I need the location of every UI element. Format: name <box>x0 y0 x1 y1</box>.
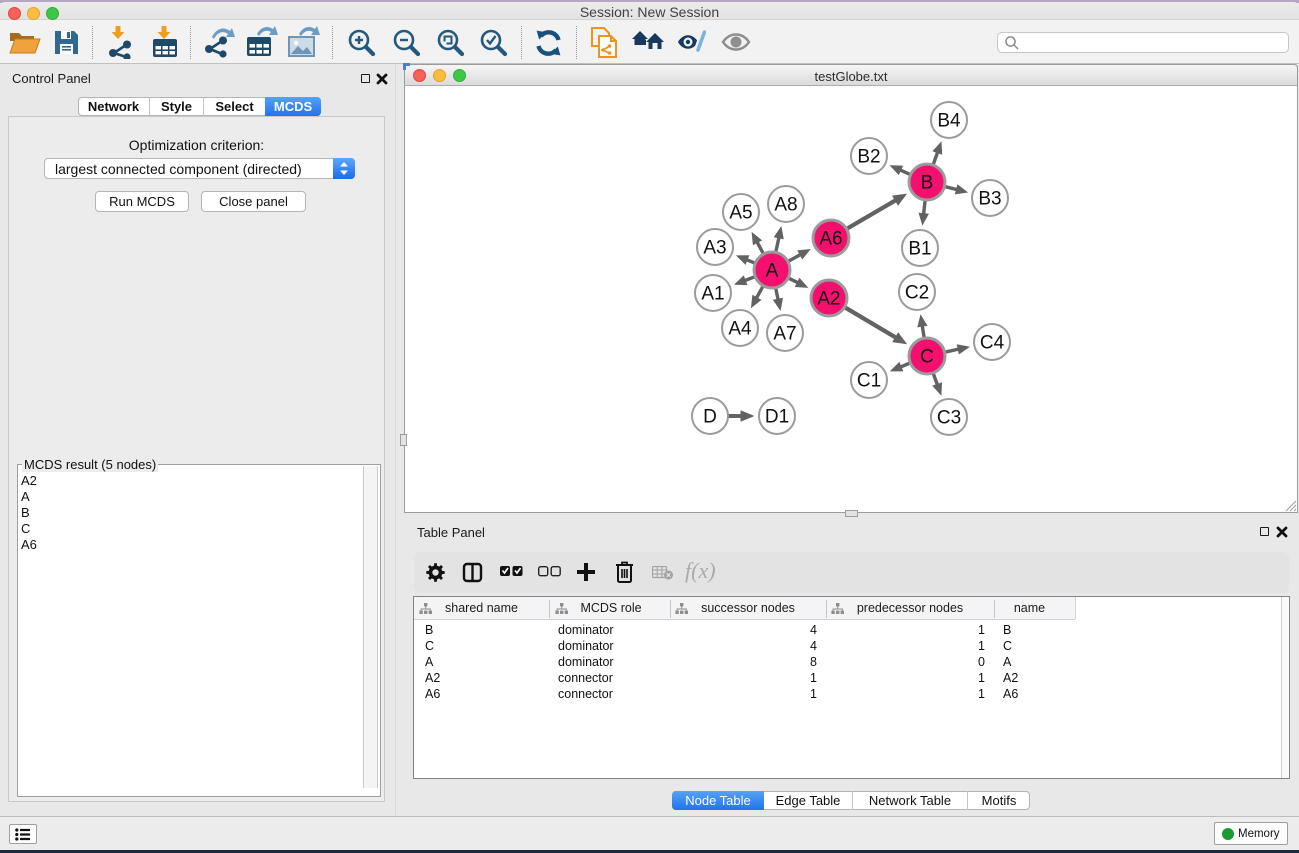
svg-text:C: C <box>920 347 934 368</box>
svg-text:A8: A8 <box>774 195 797 216</box>
svg-text:B4: B4 <box>937 111 961 132</box>
svg-text:A6: A6 <box>819 229 842 250</box>
svg-text:C3: C3 <box>937 408 961 429</box>
svg-text:D: D <box>703 407 717 428</box>
svg-text:B: B <box>921 173 934 194</box>
svg-text:B3: B3 <box>978 189 1001 210</box>
svg-text:C4: C4 <box>980 333 1005 354</box>
svg-text:A1: A1 <box>701 284 724 305</box>
svg-text:A: A <box>766 261 779 282</box>
svg-text:D1: D1 <box>765 407 789 428</box>
svg-text:A4: A4 <box>728 319 752 340</box>
svg-text:A2: A2 <box>817 289 840 310</box>
svg-text:C2: C2 <box>905 283 929 304</box>
svg-text:A5: A5 <box>729 203 752 224</box>
svg-text:A3: A3 <box>703 238 726 259</box>
svg-text:C1: C1 <box>857 371 881 392</box>
svg-text:A7: A7 <box>773 324 796 345</box>
svg-text:B1: B1 <box>908 239 931 260</box>
svg-text:B2: B2 <box>857 147 880 168</box>
